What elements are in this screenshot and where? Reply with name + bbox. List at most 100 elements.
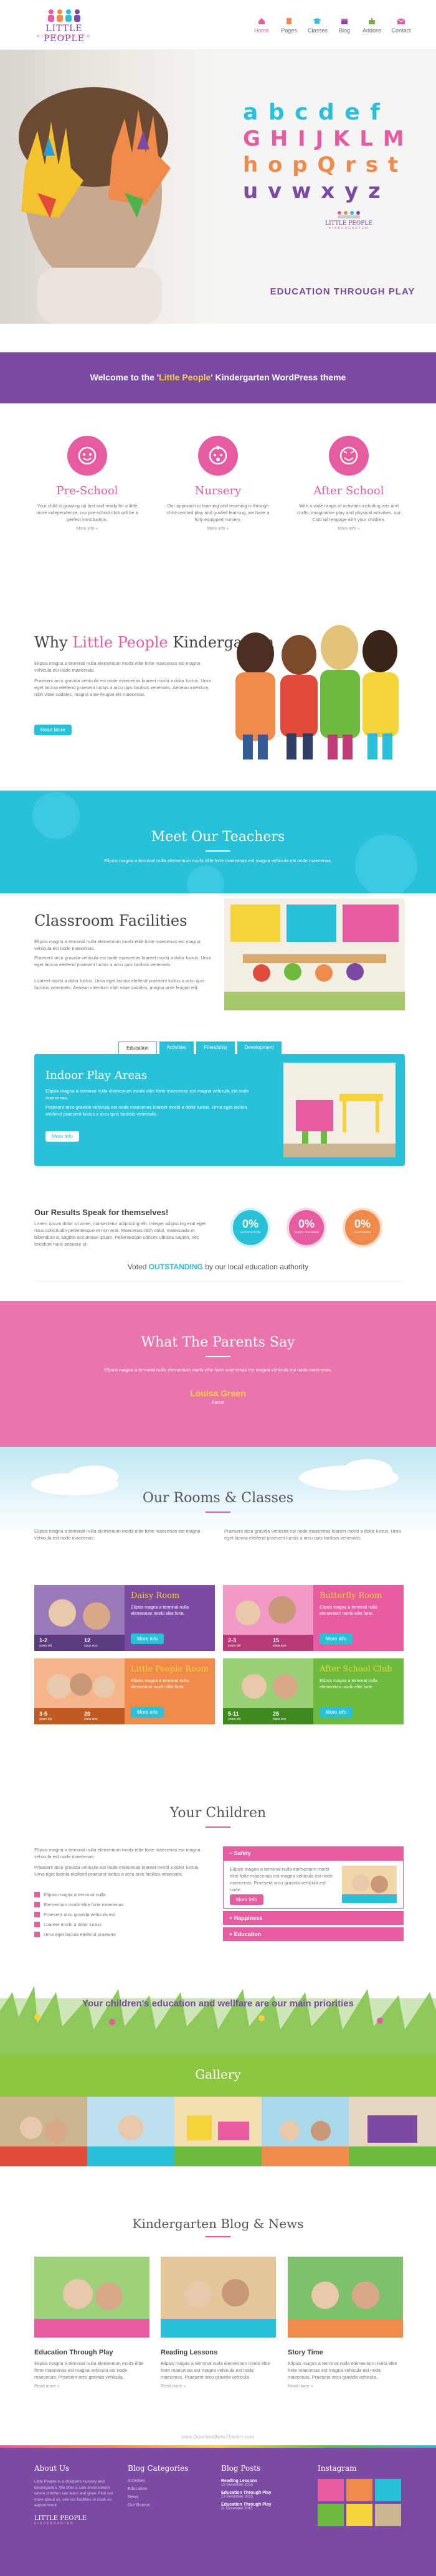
blog-post-title[interactable]: Education Through Play (34, 2349, 149, 2356)
nav-addons[interactable]: Addons (363, 17, 382, 34)
blog-image[interactable] (161, 2257, 276, 2338)
instagram-thumb[interactable] (346, 2479, 372, 2501)
room-text: Elipsis magna a terminal nulla elementum… (131, 1679, 189, 1690)
children-title: Your Children (169, 1805, 267, 1821)
nav-pages[interactable]: Pages (280, 17, 298, 34)
room-more-button[interactable]: More info (131, 1707, 164, 1718)
room-more-button[interactable]: More info (131, 1634, 164, 1644)
why-highlight: Little People (72, 634, 168, 651)
nav-blog[interactable]: Blog (336, 17, 353, 34)
room-age-label: years old (228, 1718, 241, 1721)
room-card[interactable]: 5-11 years old 25 class size After Schoo… (223, 1658, 404, 1724)
feature-more-link[interactable]: More info » (31, 527, 143, 531)
room-age: 5-11 (228, 1711, 239, 1717)
stat-enjoyment: 0% ENJOYMENT (343, 1208, 382, 1248)
gallery-image[interactable] (174, 2097, 262, 2166)
room-card[interactable]: 1-2 years old 12 class size Daisy Room E… (34, 1585, 215, 1651)
hero-alphabet: a b c d e f G H I J K L M h o p Q r s t … (243, 100, 417, 204)
room-size: 25 (273, 1711, 280, 1717)
room-more-button[interactable]: More info (320, 1707, 353, 1718)
classroom-photo (224, 898, 405, 1010)
why-children-photo (218, 610, 405, 763)
instagram-thumb[interactable] (346, 2504, 372, 2526)
check-item-label: Urna eget lacinia eleifend praesent (44, 1932, 116, 1937)
room-card[interactable]: 2-3 years old 15 class size Butterfly Ro… (223, 1585, 404, 1651)
blog-section: Kindergarten Blog & News Education Throu… (0, 2204, 436, 2445)
blog-read-more[interactable]: Read more » (288, 2384, 403, 2389)
accordion: − Safety Elipsis magna a terminal nulla … (223, 1846, 404, 1941)
footer-cat-link[interactable]: Education (128, 2487, 209, 2491)
footer-cat-link[interactable]: Our Rooms (128, 2503, 209, 2508)
footer-cat-link[interactable]: Activities (128, 2479, 209, 2483)
footer-post-link[interactable]: Education Through Play (221, 2491, 308, 2495)
footer-post-link[interactable]: Reading Lessons (221, 2479, 308, 2483)
blog-read-more[interactable]: Read more » (161, 2384, 276, 2389)
calendar-icon (341, 17, 348, 25)
accordion-happiness[interactable]: + Happiness (223, 1911, 404, 1925)
tab-development[interactable]: Development (237, 1041, 282, 1054)
tab-education[interactable]: Education (118, 1041, 157, 1054)
instagram-thumb[interactable] (318, 2479, 344, 2501)
room-more-button[interactable]: More info (320, 1634, 353, 1644)
stat-label: SATISFACTION (240, 1231, 261, 1234)
check-item: Praesent arcu gravida vehicula est (34, 1911, 209, 1918)
children-checklist: Elipsis magna a terminal nulla Elementum… (34, 1891, 209, 1941)
children-section: Your Children Elipsis magna a terminal n… (0, 1787, 436, 2054)
room-photo (34, 1585, 125, 1651)
results-text: Lorem ipsum dolor sit amet, consectetur … (34, 1221, 206, 1247)
feature-afterschool: After School With a wide range of activi… (293, 436, 405, 531)
child-face-icon (67, 436, 107, 476)
instagram-thumb[interactable] (375, 2504, 401, 2526)
footer-about: About Us Little People is a children's n… (34, 2464, 115, 2526)
footer-cat-link[interactable]: News (128, 2495, 209, 2499)
blog-post-text: Elipsis magna a terminal nulla elementum… (161, 2361, 270, 2380)
blog-image[interactable] (34, 2257, 149, 2338)
footer-posts-title: Blog Posts (221, 2464, 261, 2473)
instagram-thumb[interactable] (375, 2479, 401, 2501)
parents-name: Louisa Green (190, 1388, 246, 1398)
accordion-safety[interactable]: − Safety (223, 1846, 404, 1860)
gallery-image[interactable] (0, 2097, 87, 2166)
panel-photo (283, 1063, 396, 1157)
footer-post-date: 15 December 2015 (221, 2483, 254, 2487)
feature-nursery: Nursery Our approach to learning and tea… (162, 436, 274, 531)
instagram-thumb[interactable] (318, 2504, 344, 2526)
plus-icon: + (229, 1915, 234, 1921)
room-title: Daisy Room (131, 1591, 180, 1601)
nav-home[interactable]: Home (253, 17, 270, 34)
hero-badge-title: LITTLE PEOPLE (325, 220, 372, 227)
nav-contact[interactable]: Contact (391, 17, 411, 34)
blog-watermark: www.DownloadNewThemes.com (181, 2434, 255, 2440)
gallery-image[interactable] (262, 2097, 349, 2166)
blog-post-title[interactable]: Reading Lessons (161, 2349, 276, 2356)
why-section: Why Little People Kindergarten Elipsis m… (0, 598, 436, 784)
gallery-section: Gallery (0, 2054, 436, 2204)
why-p2: Praesent arcu gravida vehicula est node … (34, 678, 211, 697)
accordion-more-button[interactable]: More Info (230, 1894, 263, 1905)
feature-text: Your child is growing up fast and ready … (36, 503, 138, 522)
gallery-image[interactable] (87, 2097, 174, 2166)
accordion-title: Safety (234, 1850, 251, 1856)
blog-post-title[interactable]: Story Time (288, 2349, 403, 2356)
panel-more-button[interactable]: More Info (45, 1131, 79, 1142)
nav-classes[interactable]: Classes (308, 17, 328, 34)
welcome-text: Welcome to the 'Little People' Kindergar… (0, 372, 436, 382)
tab-friendship[interactable]: Friendship (196, 1041, 235, 1054)
gallery-image[interactable] (349, 2097, 436, 2166)
blog-read-more[interactable]: Read more » (34, 2384, 149, 2389)
footer-post-link[interactable]: Education Through Play (221, 2503, 308, 2507)
room-photo (34, 1658, 125, 1724)
feature-more-link[interactable]: More info » (162, 527, 274, 531)
accordion-education[interactable]: + Education (223, 1927, 404, 1941)
why-read-more-button[interactable]: Read More (34, 725, 72, 735)
blog-image[interactable] (288, 2257, 403, 2338)
footer-instagram: Instagram (318, 2464, 405, 2526)
rooms-p1: Elipsis magna a terminal nulla elementum… (34, 1528, 201, 1541)
tab-activities[interactable]: Activities (159, 1041, 194, 1054)
site-header: LITTLE PEOPLE KINDERGARTEN Home Pages Cl… (0, 0, 436, 50)
room-title: Butterfly Room (320, 1591, 382, 1601)
feature-more-link[interactable]: More info » (293, 527, 405, 531)
room-card[interactable]: 3-5 years old 20 class size Little Peopl… (34, 1658, 215, 1724)
stat-value: 0% (242, 1218, 258, 1230)
logo[interactable]: LITTLE PEOPLE KINDERGARTEN (30, 9, 98, 44)
